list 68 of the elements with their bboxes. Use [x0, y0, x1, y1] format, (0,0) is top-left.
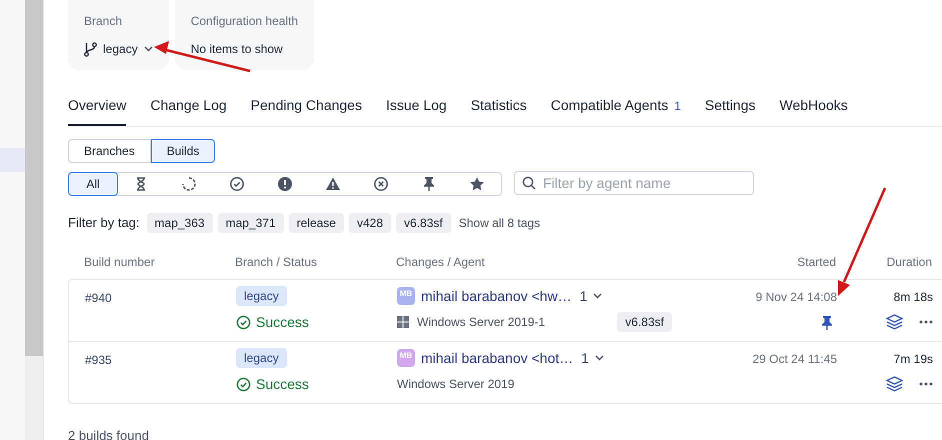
agent-search-field[interactable]: Filter by agent name: [514, 171, 754, 195]
author-link[interactable]: mihail barabanov <hot…: [421, 348, 574, 368]
changes-count[interactable]: 1: [580, 286, 602, 306]
column-header: Branch / Status: [235, 254, 318, 270]
column-header: Duration: [886, 254, 932, 270]
column-header: Build number: [84, 254, 156, 270]
build-number[interactable]: #935: [85, 353, 112, 367]
sidebar-highlight: [0, 148, 25, 172]
show-all-tags-link[interactable]: Show all 8 tags: [458, 214, 540, 232]
layers-icon[interactable]: [886, 376, 903, 392]
agent-name[interactable]: Windows Server 2019: [397, 375, 514, 393]
agent-name[interactable]: Windows Server 2019-1: [417, 313, 546, 331]
card-value: No items to show: [190, 41, 284, 55]
spinner-icon: [181, 176, 197, 192]
card-label: Configuration health: [190, 13, 298, 30]
column-header: Changes / Agent: [396, 254, 486, 270]
star-icon: [469, 176, 485, 192]
branch-tag[interactable]: legacy: [236, 348, 287, 368]
tag-chip[interactable]: v428: [348, 213, 392, 233]
tab[interactable]: Issue Log: [386, 94, 447, 126]
filter-label: Filter by tag:: [68, 214, 140, 232]
branch-selector[interactable]: legacy: [84, 40, 153, 58]
build-number[interactable]: #940: [85, 291, 112, 305]
duration: 7m 19s: [894, 351, 933, 368]
build-status: Success: [236, 374, 309, 395]
tab[interactable]: Pending Changes: [250, 94, 362, 126]
warning-icon: [325, 176, 341, 192]
author-link[interactable]: mihail barabanov <hw…: [421, 286, 572, 306]
tab-count: 1: [674, 98, 681, 114]
branch-tag[interactable]: legacy: [236, 286, 287, 306]
pin-icon: [422, 176, 436, 191]
chevron-down-icon: [144, 46, 153, 52]
more-icon[interactable]: [919, 320, 933, 324]
start-time: 9 Nov 24 14:08: [756, 289, 837, 306]
duration: 8m 18s: [894, 289, 933, 306]
exclamation-circle-icon: [277, 176, 293, 192]
start-time: 29 Oct 24 11:45: [752, 351, 837, 368]
x-circle-icon: [373, 176, 389, 192]
all-filter-button[interactable]: All: [68, 172, 118, 196]
check-circle-icon: [236, 315, 251, 330]
tab[interactable]: Statistics: [470, 94, 527, 126]
builds-count: 2 builds found: [68, 427, 150, 440]
branch-icon: [84, 42, 97, 56]
more-icon[interactable]: [919, 382, 933, 386]
tag-chip[interactable]: v6.83sf: [396, 213, 451, 233]
build-status: Success: [236, 312, 309, 333]
tab[interactable]: Settings: [704, 94, 756, 126]
tab[interactable]: Compatible Agents 1: [550, 94, 681, 126]
build-tag[interactable]: v6.83sf: [617, 312, 672, 332]
check-circle-icon: [236, 377, 251, 392]
search-icon: [522, 176, 536, 190]
chevron-down-icon: [593, 293, 602, 299]
tag-chip[interactable]: map_363: [146, 213, 213, 233]
chevron-down-icon: [594, 355, 604, 361]
layers-icon[interactable]: [886, 314, 903, 330]
tag-chip[interactable]: map_371: [218, 213, 284, 233]
avatar: MB: [397, 287, 415, 305]
view-toggle-button[interactable]: Builds: [150, 139, 216, 163]
tab[interactable]: Change Log: [150, 94, 227, 126]
tab[interactable]: Overview: [68, 94, 126, 126]
tag-chip[interactable]: release: [288, 213, 344, 233]
card-label: Branch: [84, 13, 124, 30]
view-toggle-button[interactable]: Branches: [68, 139, 151, 163]
tab[interactable]: WebHooks: [780, 94, 848, 126]
column-header: Started: [796, 254, 836, 270]
changes-count[interactable]: 1: [581, 348, 604, 368]
check-circle-icon: [229, 176, 245, 192]
avatar: MB: [397, 349, 415, 367]
